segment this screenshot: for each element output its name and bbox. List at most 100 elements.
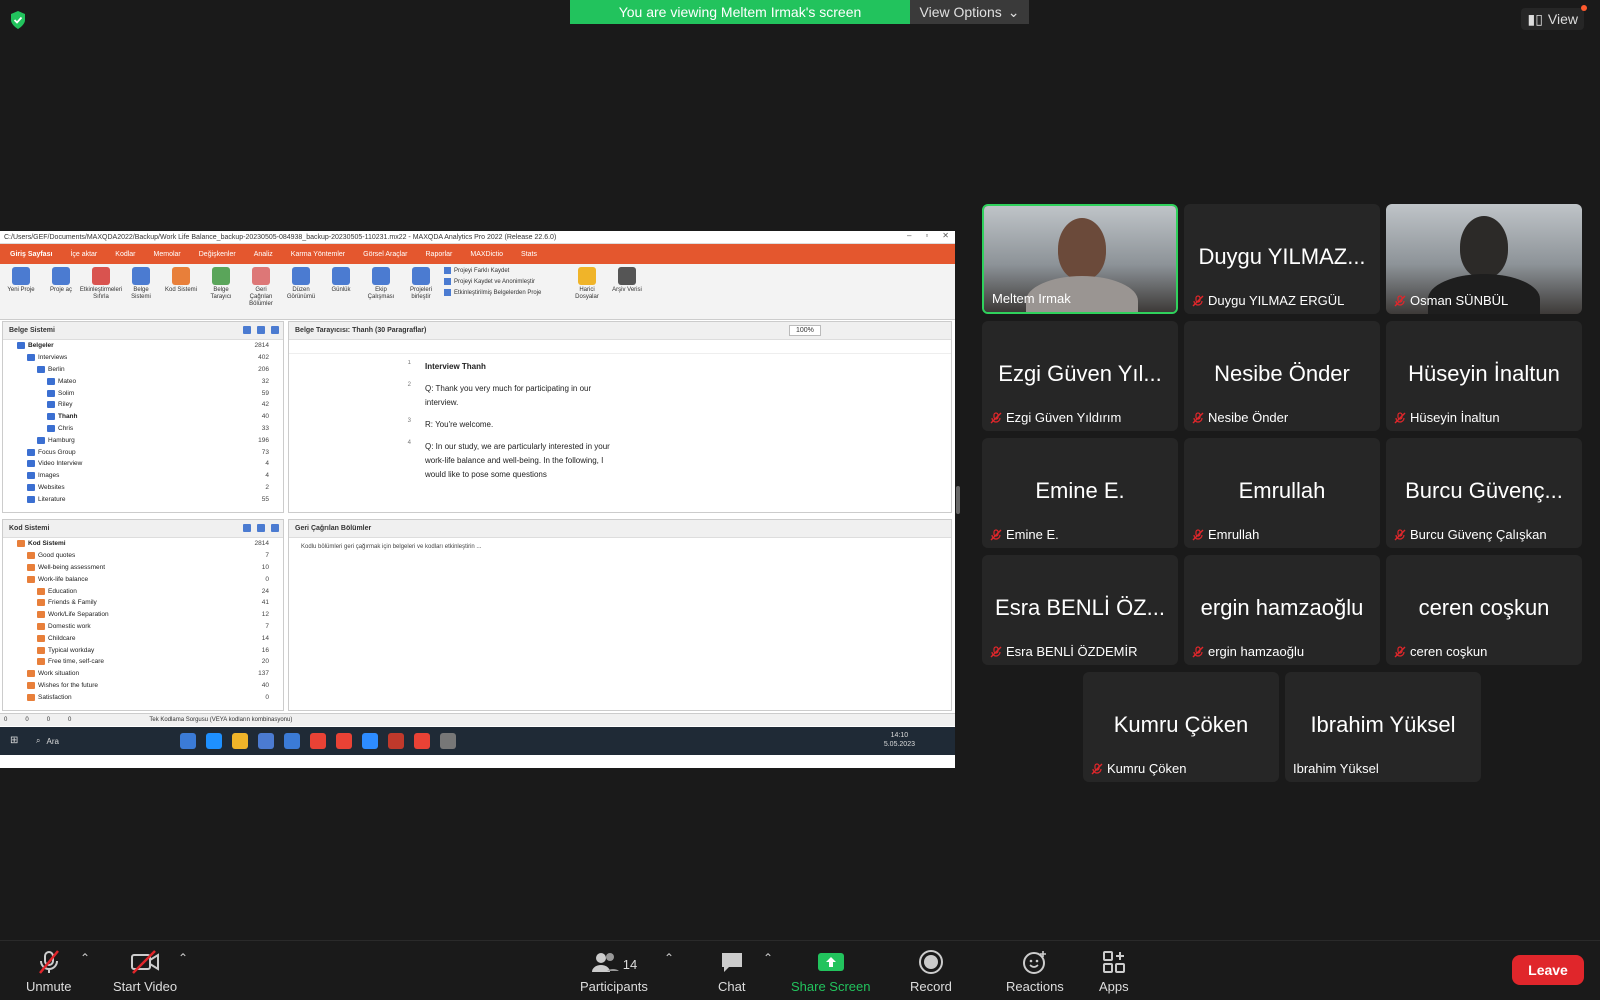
ribbon-list-item[interactable]: Projeyi Kaydet ve Anonimleştir [444, 278, 564, 285]
taskbar-app-icon[interactable] [258, 733, 274, 749]
tree-row[interactable]: Domestic work 7 [3, 621, 283, 633]
menu-item[interactable]: Kodlar [115, 251, 135, 258]
tree-row[interactable]: Websites 2 [3, 482, 283, 494]
settings-icon[interactable] [257, 326, 265, 334]
taskbar-app-icon[interactable] [232, 733, 248, 749]
tree-row[interactable]: Kod Sistemi 2814 [3, 538, 283, 550]
document-paragraph[interactable]: 1 Interview Thanh [401, 360, 637, 374]
ribbon-button[interactable]: Belge Sistemi [124, 267, 158, 301]
ribbon-button[interactable]: Günlük [324, 267, 358, 294]
settings-icon[interactable] [257, 524, 265, 532]
tree-row[interactable]: Education 24 [3, 585, 283, 597]
minimize-icon[interactable]: – [907, 231, 911, 240]
tree-row[interactable]: Belgeler 2814 [3, 340, 283, 352]
menu-item[interactable]: Analiz [254, 251, 273, 258]
participant-tile[interactable]: Esra BENLİ ÖZ... Esra BENLİ ÖZDEMİR [982, 555, 1178, 665]
tree-row[interactable]: Childcare 14 [3, 632, 283, 644]
chevron-up-icon[interactable]: ⌃ [664, 951, 674, 965]
view-options-button[interactable]: View Options ⌄ [910, 0, 1029, 24]
close-icon[interactable] [271, 326, 279, 334]
participants-button[interactable]: 14 Participants [580, 949, 648, 994]
tree-row[interactable]: Wishes for the future 40 [3, 680, 283, 692]
ribbon-button[interactable]: Projeleri birleştir [404, 267, 438, 301]
panel-resize-handle[interactable] [956, 486, 960, 514]
participant-tile[interactable]: Osman SÜNBÜL [1386, 204, 1582, 314]
participant-tile[interactable]: ergin hamzaoğlu ergin hamzaoğlu [1184, 555, 1380, 665]
taskbar-app-icon[interactable] [388, 733, 404, 749]
participant-tile[interactable]: ceren coşkun ceren coşkun [1386, 555, 1582, 665]
ribbon-button[interactable]: Belge Tarayıcı [204, 267, 238, 301]
tree-row[interactable]: Work situation 137 [3, 668, 283, 680]
taskbar-app-icon[interactable] [284, 733, 300, 749]
ribbon-list-item[interactable]: Projeyi Farklı Kaydet [444, 267, 564, 274]
taskbar-app-icon[interactable] [180, 733, 196, 749]
participant-tile[interactable]: Kumru Çöken Kumru Çöken [1083, 672, 1279, 782]
search-icon[interactable] [243, 326, 251, 334]
tree-row[interactable]: Riley 42 [3, 399, 283, 411]
taskbar-app-icon[interactable] [336, 733, 352, 749]
tree-row[interactable]: Friends & Family 41 [3, 597, 283, 609]
taskbar-app-icon[interactable] [440, 733, 456, 749]
ribbon-button[interactable]: Kod Sistemi [164, 267, 198, 294]
ribbon-button[interactable]: Düzen Görünümü [284, 267, 318, 301]
tree-row[interactable]: Solim 59 [3, 387, 283, 399]
apps-button[interactable]: Apps [1099, 949, 1129, 994]
ribbon-button[interactable]: Yeni Proje [4, 267, 38, 294]
leave-button[interactable]: Leave [1512, 955, 1584, 985]
tree-row[interactable]: Images 4 [3, 470, 283, 482]
ribbon-button[interactable]: Proje aç [44, 267, 78, 294]
document-paragraph[interactable]: 3 R: You're welcome. [401, 418, 637, 432]
share-screen-button[interactable]: Share Screen [791, 949, 871, 994]
menu-item[interactable]: Görsel Araçlar [363, 251, 407, 258]
tree-row[interactable]: Video Interview 4 [3, 458, 283, 470]
tree-row[interactable]: Mateo 32 [3, 375, 283, 387]
taskbar-search[interactable]: ⌕ Ara [0, 727, 120, 755]
ribbon-button[interactable]: Geri Çağrılan Bölümler [244, 267, 278, 308]
participant-tile[interactable]: Emrullah Emrullah [1184, 438, 1380, 548]
menu-item[interactable]: Raporlar [426, 251, 453, 258]
tree-row[interactable]: Literature 55 [3, 493, 283, 505]
chevron-up-icon[interactable]: ⌃ [763, 951, 773, 965]
menu-item[interactable]: İçe aktar [70, 251, 97, 258]
zoom-select[interactable]: 100% [789, 325, 821, 336]
document-paragraph[interactable]: 2 Q: Thank you very much for participatin… [401, 382, 637, 410]
tree-row[interactable]: Focus Group 73 [3, 446, 283, 458]
tree-row[interactable]: Well-being assessment 10 [3, 562, 283, 574]
taskbar-app-icon[interactable] [206, 733, 222, 749]
ribbon-list-item[interactable]: Etkinleştirilmiş Belgelerden Proje [444, 289, 564, 296]
tree-row[interactable]: Chris 33 [3, 423, 283, 435]
menu-item[interactable]: MAXDictio [470, 251, 503, 258]
chevron-up-icon[interactable]: ⌃ [178, 951, 188, 965]
menu-item[interactable]: Memolar [154, 251, 181, 258]
search-icon[interactable] [243, 524, 251, 532]
taskbar-app-icon[interactable] [414, 733, 430, 749]
close-icon[interactable]: ✕ [942, 231, 949, 240]
start-video-button[interactable]: Start Video [113, 949, 177, 994]
ribbon-button[interactable]: Arşiv Verisi [610, 267, 644, 294]
ribbon-button[interactable]: Etkinleştirmeleri Sıfırla [80, 267, 122, 301]
record-button[interactable]: Record [910, 949, 952, 994]
close-icon[interactable] [271, 524, 279, 532]
participant-tile[interactable]: Ibrahim Yüksel Ibrahim Yüksel [1285, 672, 1481, 782]
tree-row[interactable]: Satisfaction 0 [3, 691, 283, 703]
view-button[interactable]: ▮▯ View [1521, 5, 1587, 30]
taskbar-app-icon[interactable] [310, 733, 326, 749]
taskbar-app-icon[interactable] [362, 733, 378, 749]
tree-row[interactable]: Interviews 402 [3, 352, 283, 364]
tree-row[interactable]: Work/Life Separation 12 [3, 609, 283, 621]
tree-row[interactable]: Free time, self-care 20 [3, 656, 283, 668]
maximize-icon[interactable]: ▫ [925, 231, 928, 240]
reactions-button[interactable]: Reactions [1006, 949, 1064, 994]
unmute-button[interactable]: Unmute [26, 949, 72, 994]
menu-item[interactable]: Karma Yöntemler [291, 251, 345, 258]
tree-row[interactable]: Typical workday 16 [3, 644, 283, 656]
tree-row[interactable]: Hamburg 196 [3, 434, 283, 446]
menu-item[interactable]: Stats [521, 251, 537, 258]
menu-item[interactable]: Giriş Sayfası [10, 251, 52, 258]
document-paragraph[interactable]: 4 Q: In our study, we are particularly in… [401, 440, 637, 482]
chevron-up-icon[interactable]: ⌃ [80, 951, 90, 965]
participant-tile[interactable]: Meltem Irmak [982, 204, 1178, 314]
participant-tile[interactable]: Burcu Güvenç... Burcu Güvenç Çalışkan [1386, 438, 1582, 548]
security-shield-icon[interactable] [9, 10, 27, 30]
tree-row[interactable]: Good quotes 7 [3, 550, 283, 562]
